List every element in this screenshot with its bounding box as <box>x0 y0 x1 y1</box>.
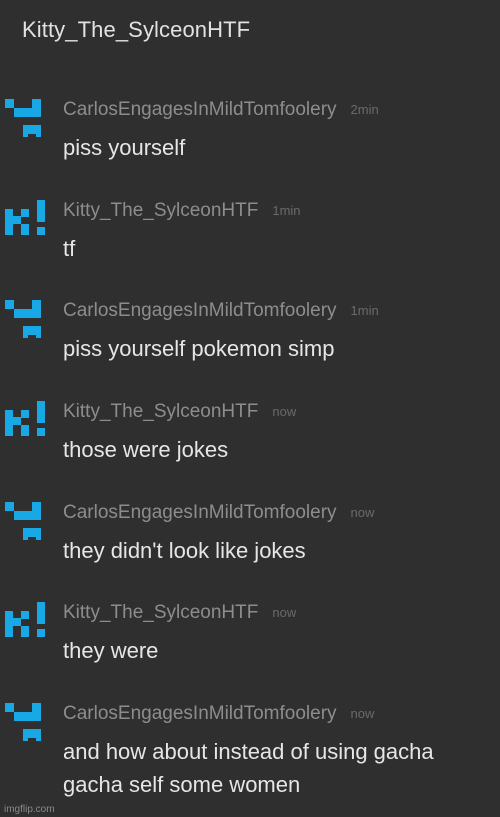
watermark: imgflip.com <box>4 804 55 815</box>
username[interactable]: CarlosEngagesInMildTomfoolery <box>63 703 337 724</box>
message-text: they were <box>63 638 159 663</box>
message-text: and how about instead of using gacha gac… <box>63 739 434 797</box>
timestamp: now <box>350 505 375 520</box>
message-text: piss yourself <box>63 135 186 160</box>
avatar-kitty-icon[interactable] <box>5 198 45 238</box>
message-text: they didn't look like jokes <box>63 538 306 563</box>
username[interactable]: CarlosEngagesInMildTomfoolery <box>63 300 337 321</box>
avatar-kitty-icon[interactable] <box>5 399 45 439</box>
message-meta: CarlosEngagesInMildTomfoolery 1min <box>63 300 379 322</box>
avatar-carlos-icon[interactable] <box>5 97 45 137</box>
username[interactable]: CarlosEngagesInMildTomfoolery <box>63 99 337 120</box>
chat-title: Kitty_The_SylceonHTF <box>22 17 251 42</box>
timestamp: now <box>272 605 297 620</box>
avatar-carlos-icon[interactable] <box>5 298 45 338</box>
message-meta: CarlosEngagesInMildTomfoolery 2min <box>63 99 379 121</box>
message-text: tf <box>63 236 76 261</box>
timestamp: now <box>272 404 297 419</box>
timestamp: 1min <box>350 303 379 318</box>
username[interactable]: Kitty_The_SylceonHTF <box>63 401 258 422</box>
avatar-kitty-icon[interactable] <box>5 600 45 640</box>
message-text: piss yourself pokemon simp <box>63 336 335 361</box>
timestamp: 2min <box>350 102 379 117</box>
username[interactable]: Kitty_The_SylceonHTF <box>63 602 258 623</box>
message-meta: Kitty_The_SylceonHTF now <box>63 401 296 423</box>
message-meta: CarlosEngagesInMildTomfoolery now <box>63 502 374 524</box>
avatar-carlos-icon[interactable] <box>5 500 45 540</box>
username[interactable]: Kitty_The_SylceonHTF <box>63 200 258 221</box>
message-text: those were jokes <box>63 437 229 462</box>
avatar-carlos-icon[interactable] <box>5 701 45 741</box>
timestamp: now <box>350 706 375 721</box>
message-meta: CarlosEngagesInMildTomfoolery now <box>63 703 374 725</box>
message-meta: Kitty_The_SylceonHTF 1min <box>63 200 301 222</box>
timestamp: 1min <box>272 203 301 218</box>
username[interactable]: CarlosEngagesInMildTomfoolery <box>63 502 337 523</box>
message-meta: Kitty_The_SylceonHTF now <box>63 602 296 624</box>
